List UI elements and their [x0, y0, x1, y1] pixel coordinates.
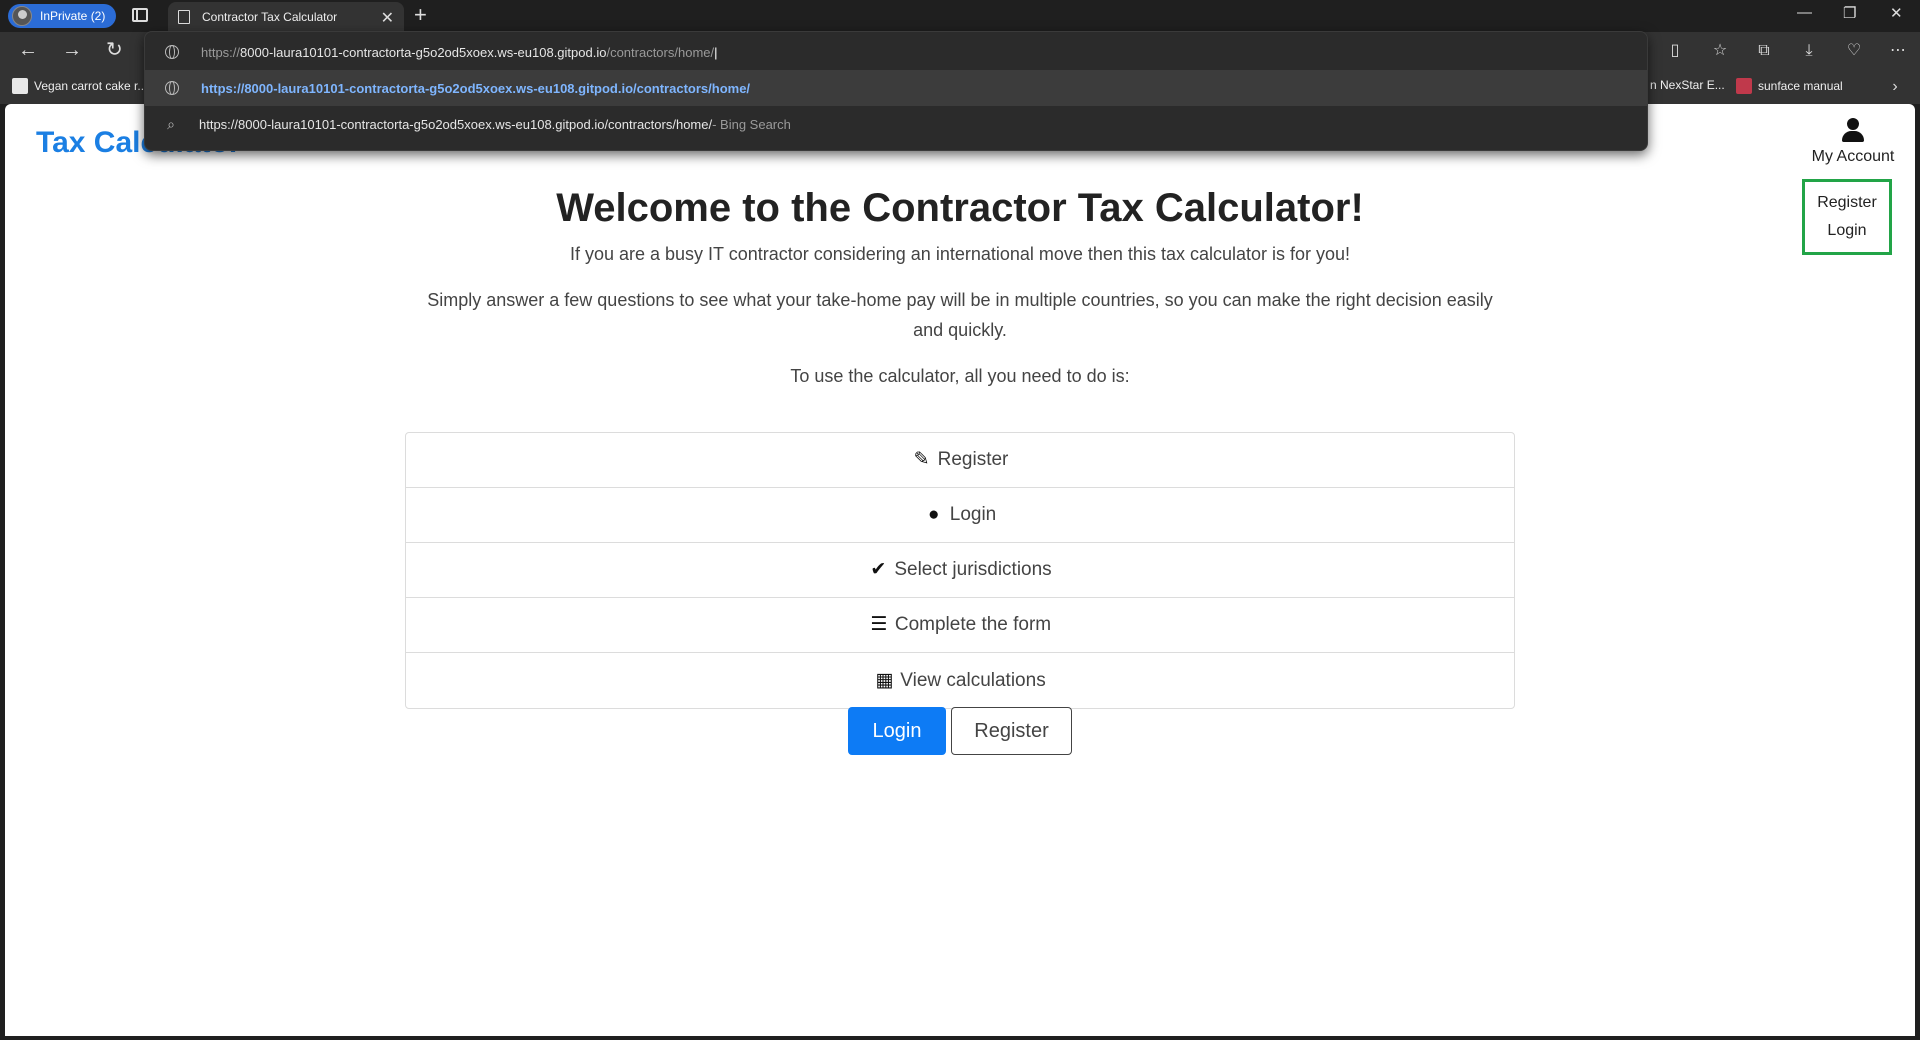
- page-viewport: Tax Calculator My Account Register Login…: [5, 104, 1915, 1036]
- suggestion-text: https://8000-laura10101-contractorta-g5o…: [201, 80, 751, 96]
- profile-avatar: [12, 6, 32, 26]
- suggestion-url[interactable]: https://8000-laura10101-contractorta-g5o…: [145, 70, 1647, 106]
- url-scheme: https://: [201, 44, 241, 60]
- step-label: Complete the form: [894, 614, 1052, 635]
- address-input[interactable]: https://8000-laura10101-contractorta-g5o…: [145, 34, 1647, 70]
- search-icon: ⌕: [167, 116, 175, 132]
- bookmarks-overflow-chevron-icon[interactable]: ›: [1886, 78, 1904, 96]
- user-icon: ●: [928, 504, 940, 525]
- my-account-label: My Account: [1811, 148, 1895, 165]
- list-item-select-jurisdictions: ✔ Select jurisdictions: [406, 543, 1514, 598]
- minimize-icon[interactable]: —: [1797, 4, 1812, 21]
- check-double-icon: ✔: [870, 559, 887, 580]
- tab-active[interactable]: Contractor Tax Calculator ✕: [168, 2, 404, 32]
- downloads-icon[interactable]: ⤓: [1800, 42, 1818, 60]
- bookmark-sunface-manual[interactable]: sunface manual: [1736, 78, 1843, 94]
- cta-buttons: Login Register: [5, 707, 1915, 755]
- url-host: 8000-laura10101-contractorta-g5o2od5xoex…: [240, 44, 607, 60]
- split-screen-icon[interactable]: ▯: [1666, 42, 1684, 60]
- intro-text: If you are a busy IT contractor consider…: [569, 244, 1351, 264]
- address-bar-dropdown[interactable]: https://8000-laura10101-contractorta-g5o…: [144, 31, 1648, 151]
- forward-icon[interactable]: →: [62, 40, 82, 60]
- bookmark-favicon: [1736, 78, 1752, 94]
- calculator-icon: ▦: [875, 669, 894, 691]
- close-tab-icon[interactable]: ✕: [381, 8, 394, 28]
- suggestion-suffix: - Bing Search: [712, 116, 791, 132]
- register-button[interactable]: Register: [951, 707, 1072, 755]
- login-button[interactable]: Login: [848, 707, 946, 755]
- close-window-icon[interactable]: ✕: [1890, 4, 1903, 22]
- bookmark-label: Vegan carrot cake r...: [34, 79, 148, 93]
- refresh-icon[interactable]: ↻: [106, 40, 123, 60]
- back-icon[interactable]: ←: [18, 40, 38, 60]
- tab-title: Contractor Tax Calculator: [202, 10, 338, 24]
- description-text: Simply answer a few questions to see wha…: [427, 290, 1493, 340]
- step-label: View calculations: [900, 669, 1046, 691]
- hero-section: Welcome to the Contractor Tax Calculator…: [5, 186, 1915, 391]
- bookmark-label: sunface manual: [1758, 79, 1843, 93]
- globe-icon: [165, 81, 179, 95]
- bookmark-label: n NexStar E...: [1650, 78, 1725, 92]
- list-item-complete-form: ☰ Complete the form: [406, 598, 1514, 653]
- user-icon: [1842, 118, 1864, 142]
- new-tab-button[interactable]: +: [414, 2, 427, 28]
- url-path: /contractors/home/: [606, 44, 715, 60]
- bookmark-vegan-carrot-cake[interactable]: Vegan carrot cake r...: [12, 78, 147, 94]
- site-info-globe-icon[interactable]: [165, 45, 179, 59]
- restore-icon[interactable]: ❐: [1843, 4, 1856, 22]
- tab-actions-icon[interactable]: [132, 8, 148, 22]
- collections-icon[interactable]: ⧉: [1755, 42, 1773, 60]
- list-item-view-calculations: ▦ View calculations: [406, 653, 1514, 708]
- list-icon: ☰: [870, 614, 888, 635]
- inprivate-label: InPrivate (2): [40, 9, 106, 23]
- list-item-register: ✎ Register: [406, 433, 1514, 488]
- step-label: Select jurisdictions: [894, 559, 1052, 580]
- instructions-text: To use the calculator, all you need to d…: [790, 366, 1130, 386]
- browser-essentials-icon[interactable]: ♡: [1845, 42, 1863, 60]
- suggestion-text: https://8000-laura10101-contractorta-g5o…: [199, 116, 713, 132]
- my-account-menu[interactable]: My Account: [1803, 118, 1903, 166]
- steps-list: ✎ Register ● Login ✔ Select jurisdiction…: [405, 432, 1515, 709]
- suggestion-search[interactable]: ⌕ https://8000-laura10101-contractorta-g…: [145, 106, 1647, 142]
- more-menu-icon[interactable]: ⋯: [1889, 42, 1907, 60]
- favorites-star-icon[interactable]: ☆: [1711, 42, 1729, 60]
- browser-window: InPrivate (2) Contractor Tax Calculator …: [0, 0, 1920, 1040]
- bookmark-favicon: [12, 78, 28, 94]
- inprivate-profile-button[interactable]: InPrivate (2): [8, 4, 116, 28]
- step-label: Register: [937, 449, 1009, 470]
- step-label: Login: [949, 504, 997, 525]
- list-item-login: ● Login: [406, 488, 1514, 543]
- bookmark-nexstar[interactable]: n NexStar E...: [1650, 78, 1725, 92]
- page-icon: [178, 10, 190, 24]
- edit-icon: ✎: [913, 449, 930, 470]
- page-title: Welcome to the Contractor Tax Calculator…: [556, 186, 1364, 230]
